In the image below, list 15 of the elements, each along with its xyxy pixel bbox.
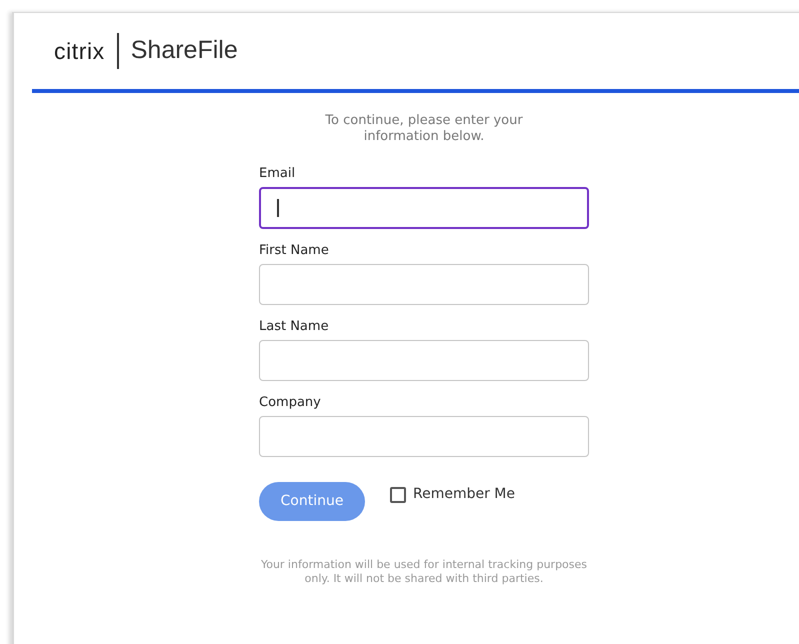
input-field[interactable] [259,416,589,457]
field-label: Email [259,166,296,182]
field-label: Company [259,395,322,411]
brand-logo: citrix [54,36,105,66]
input-field[interactable] [259,340,589,381]
input-field[interactable] [259,264,589,305]
field-label: First Name [259,243,330,259]
intro-text: To continue, please enter your information below. [324,113,524,145]
remember-label: Remember Me [413,485,515,504]
input-field[interactable] [259,187,589,229]
product-name: ShareFile [130,35,238,66]
text-cursor-icon [277,199,279,217]
field-label: Last Name [259,319,330,335]
remember-checkbox[interactable] [390,486,406,502]
privacy-note: Your information will be used for internal tracking purposes only. It will not be shared with third parties. [260,558,588,586]
